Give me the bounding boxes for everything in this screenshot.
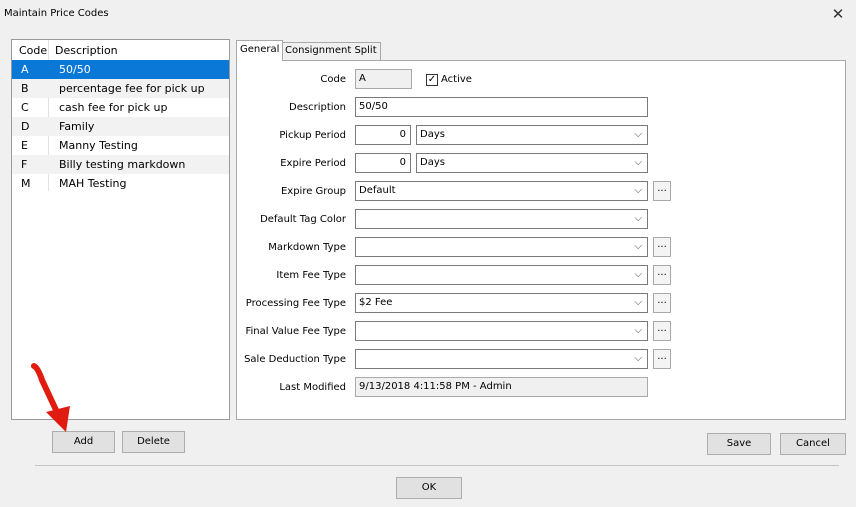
row-description: Billy testing markdown (59, 158, 186, 171)
row-description: 50/50 (59, 63, 91, 76)
tab-consignment-split[interactable]: Consignment Split (281, 42, 381, 60)
chevron-down-icon: ⌵ (634, 185, 642, 196)
markdown-type-label: Markdown Type (268, 242, 346, 253)
pickup-period-unit-value: Days (420, 129, 445, 140)
row-code: A (21, 63, 29, 76)
chevron-down-icon: ⌵ (634, 297, 642, 308)
final-value-fee-type-browse-button[interactable]: ... (653, 321, 671, 341)
final-value-fee-type-select[interactable]: ⌵ (355, 321, 648, 341)
chevron-down-icon: ⌵ (634, 241, 642, 252)
row-description: MAH Testing (59, 177, 127, 190)
footer-divider (35, 465, 839, 466)
description-field[interactable]: 50/50 (355, 97, 648, 117)
row-description: Manny Testing (59, 139, 138, 152)
row-code: C (21, 101, 29, 114)
chevron-down-icon: ⌵ (634, 213, 642, 224)
sale-deduction-type-select[interactable]: ⌵ (355, 349, 648, 369)
item-fee-type-label: Item Fee Type (276, 270, 346, 281)
row-code: B (21, 82, 29, 95)
title-bar (0, 0, 856, 28)
chevron-down-icon: ⌵ (634, 325, 642, 336)
last-modified-label: Last Modified (279, 382, 346, 393)
save-button[interactable]: Save (707, 433, 771, 455)
column-header-code[interactable]: Code (12, 40, 49, 59)
row-code: E (21, 139, 28, 152)
cancel-button[interactable]: Cancel (780, 433, 846, 455)
last-modified-field: 9/13/2018 4:11:58 PM - Admin (355, 377, 648, 397)
markdown-type-select[interactable]: ⌵ (355, 237, 648, 257)
close-icon[interactable]: ✕ (829, 6, 847, 24)
annotation-arrow-icon (31, 363, 70, 432)
markdown-type-browse-button[interactable]: ... (653, 237, 671, 257)
row-code: F (21, 158, 28, 171)
default-tag-color-select[interactable]: ⌵ (355, 209, 648, 229)
sale-deduction-type-browse-button[interactable]: ... (653, 349, 671, 369)
expire-group-select[interactable]: Default ⌵ (355, 181, 648, 201)
column-header-description[interactable]: Description (49, 40, 118, 59)
ok-button[interactable]: OK (396, 477, 462, 499)
expire-group-value: Default (359, 185, 396, 196)
list-header: Code Description (12, 40, 229, 59)
tab-general[interactable]: General (236, 40, 284, 61)
active-label: Active (441, 74, 472, 85)
pickup-period-unit-select[interactable]: Days ⌵ (416, 125, 648, 145)
chevron-down-icon: ⌵ (634, 129, 642, 140)
code-field[interactable]: A (355, 69, 412, 89)
description-label: Description (289, 102, 346, 113)
expire-period-label: Expire Period (280, 158, 346, 169)
default-tag-color-label: Default Tag Color (260, 214, 346, 225)
expire-period-input[interactable]: 0 (355, 153, 411, 173)
item-fee-type-select[interactable]: ⌵ (355, 265, 648, 285)
delete-button[interactable]: Delete (122, 431, 185, 453)
expire-period-unit-value: Days (420, 157, 445, 168)
row-description: cash fee for pick up (59, 101, 168, 114)
row-code: D (21, 120, 30, 133)
expire-group-browse-button[interactable]: ... (653, 181, 671, 201)
pickup-period-label: Pickup Period (279, 130, 346, 141)
processing-fee-type-select[interactable]: $2 Fee ⌵ (355, 293, 648, 313)
item-fee-type-browse-button[interactable]: ... (653, 265, 671, 285)
processing-fee-type-value: $2 Fee (359, 297, 393, 308)
expire-group-label: Expire Group (280, 186, 346, 197)
processing-fee-type-browse-button[interactable]: ... (653, 293, 671, 313)
pickup-period-input[interactable]: 0 (355, 125, 411, 145)
chevron-down-icon: ⌵ (634, 269, 642, 280)
window-title: Maintain Price Codes (4, 8, 109, 19)
final-value-fee-type-label: Final Value Fee Type (245, 326, 346, 337)
row-code: M (21, 177, 31, 190)
expire-period-unit-select[interactable]: Days ⌵ (416, 153, 648, 173)
row-description: Family (59, 120, 95, 133)
chevron-down-icon: ⌵ (634, 353, 642, 364)
chevron-down-icon: ⌵ (634, 157, 642, 168)
processing-fee-type-label: Processing Fee Type (245, 298, 346, 309)
sale-deduction-type-label: Sale Deduction Type (244, 354, 346, 365)
active-checkbox[interactable]: ✓ (426, 74, 438, 86)
code-label: Code (320, 74, 346, 85)
